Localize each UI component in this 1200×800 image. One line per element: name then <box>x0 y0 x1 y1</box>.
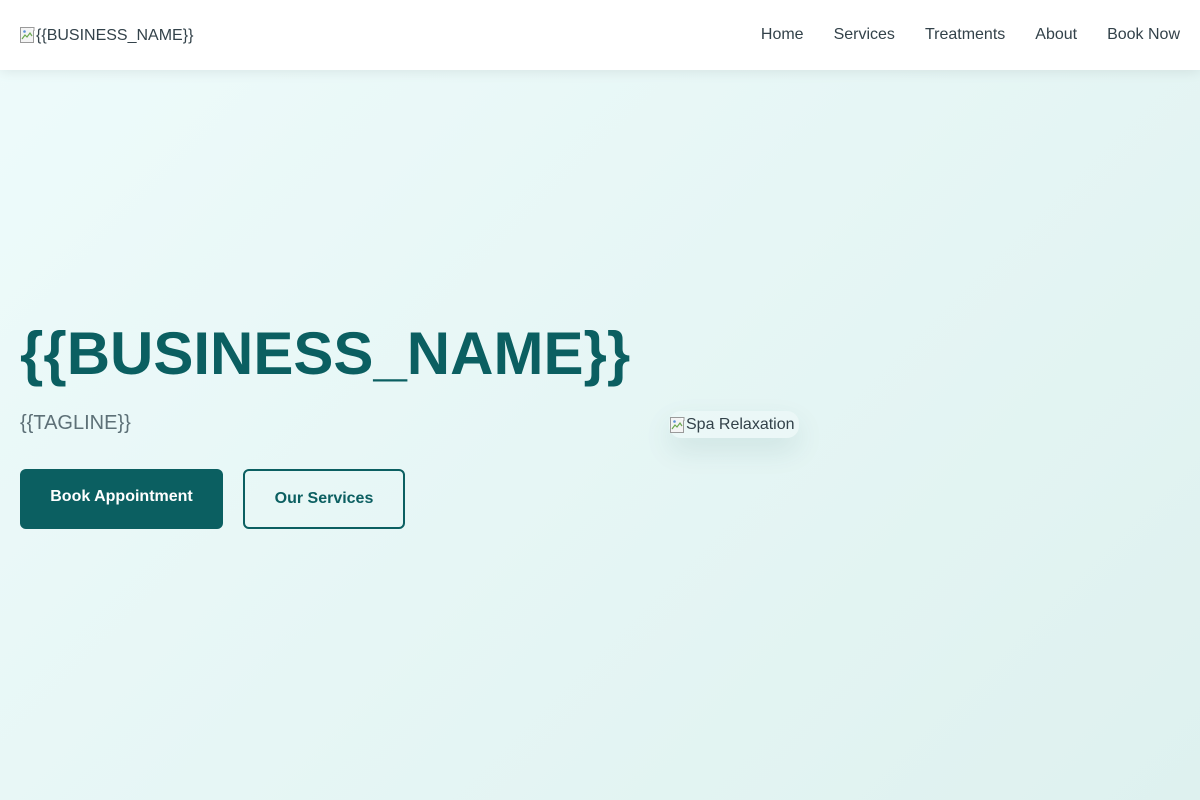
book-appointment-button[interactable]: Book Appointment <box>20 469 223 529</box>
broken-image-icon <box>670 416 686 433</box>
logo-alt-text: {{BUSINESS_NAME}} <box>36 27 194 44</box>
nav-treatments[interactable]: Treatments <box>925 26 1005 44</box>
broken-image-icon <box>20 27 36 43</box>
hero-title: {{BUSINESS_NAME}} <box>20 320 631 387</box>
hero-tagline: {{TAGLINE}} <box>20 412 131 434</box>
nav-services[interactable]: Services <box>834 26 895 44</box>
our-services-button[interactable]: Our Services <box>243 469 405 529</box>
site-header: {{BUSINESS_NAME}} Home Services Treatmen… <box>0 0 1200 70</box>
hero-image-alt-text: Spa Relaxation <box>686 415 795 433</box>
hero-image: Spa Relaxation <box>669 411 799 438</box>
main-nav: Home Services Treatments About Book Now <box>761 26 1180 44</box>
nav-book-now[interactable]: Book Now <box>1107 26 1180 44</box>
logo[interactable]: {{BUSINESS_NAME}} <box>20 27 194 44</box>
nav-home[interactable]: Home <box>761 26 804 44</box>
nav-about[interactable]: About <box>1035 26 1077 44</box>
